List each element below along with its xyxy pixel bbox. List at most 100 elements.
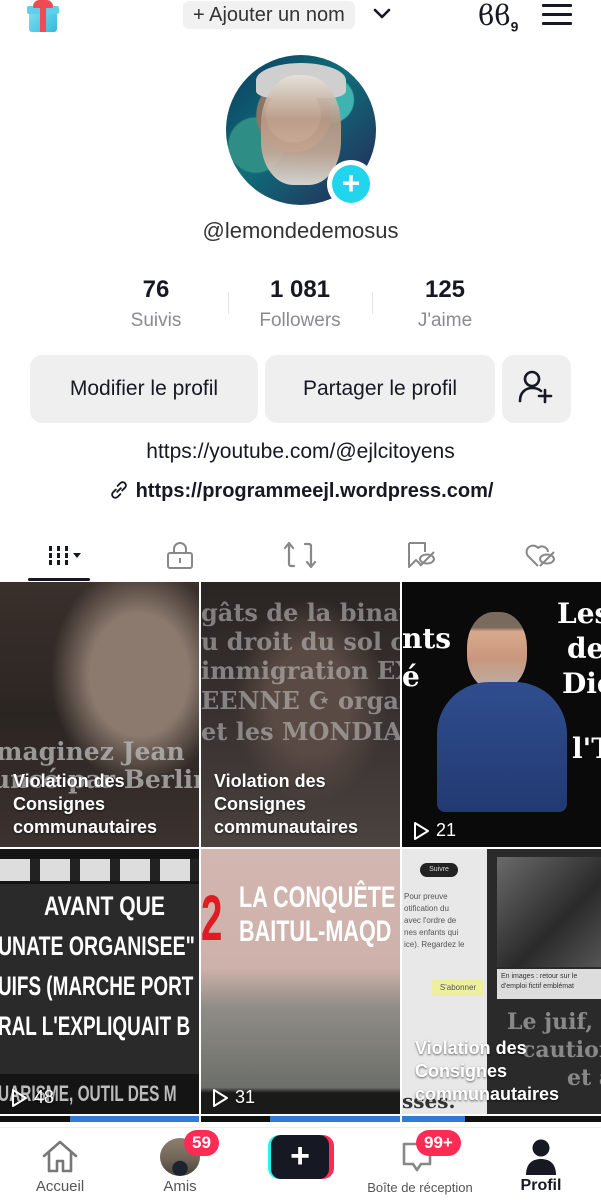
thumbnail-caption: Die — [562, 667, 601, 700]
profile-icon — [526, 1139, 556, 1175]
nav-friends[interactable]: 59 Amis — [140, 1128, 220, 1201]
thumbnail-caption: u droit du sol coué — [201, 627, 400, 656]
add-friends-button[interactable] — [502, 355, 571, 423]
thumbnail-line: En images : retour sur le — [501, 973, 578, 980]
play-count-value: 21 — [436, 820, 457, 840]
stat-followers[interactable]: 1 081 Followers — [230, 276, 370, 332]
followers-label: Followers — [259, 310, 341, 331]
thumbnail-caption: Le juif, — [507, 1009, 594, 1035]
stat-likes[interactable]: 125 J'aime — [375, 276, 515, 332]
following-count: 76 — [142, 276, 170, 303]
play-icon — [213, 1088, 228, 1107]
content-tabs — [0, 528, 601, 582]
heart-hidden-icon — [525, 544, 555, 567]
thumbnail-line: otification du — [404, 904, 449, 913]
thumbnail-caption: l'T — [572, 732, 601, 765]
video-thumbnail[interactable]: 2 LA CONQUÊTE BAITUL-MAQD 31 — [201, 849, 400, 1114]
thumbnail-line: avec l'ordre de — [404, 916, 457, 925]
thumbnail-photo — [497, 857, 601, 967]
repost-icon — [283, 541, 317, 569]
tab-reposts[interactable] — [270, 528, 330, 582]
stat-divider — [372, 292, 373, 314]
thumbnail-caption: immigration EXTR — [201, 656, 400, 685]
play-count: 48 — [10, 1087, 54, 1108]
thumbnail-caption: Les — [557, 597, 601, 630]
inbox-badge: 99+ — [416, 1130, 461, 1156]
menu-icon[interactable] — [542, 4, 572, 26]
nav-profile-label: Profil — [520, 1177, 562, 1194]
thumbnail-caption: BAITUL-MAQD — [239, 915, 392, 948]
add-user-icon — [518, 370, 553, 404]
play-count-value: 48 — [34, 1087, 55, 1107]
username: @lemondedemosus — [202, 218, 399, 243]
thumbnail-caption: 2 — [201, 882, 223, 954]
nav-home[interactable]: Accueil — [20, 1128, 100, 1201]
tab-liked[interactable] — [510, 528, 570, 582]
stat-following[interactable]: 76 Suivis — [86, 276, 226, 332]
thumbnail-caption: UIFS (MARCHE PORT — [0, 971, 194, 1001]
thumbnail-caption: RAL L'EXPLIQUAIT B — [0, 1011, 191, 1041]
violation-label: Violation des Consignes communautaires — [13, 771, 158, 837]
next-row-peek — [0, 1116, 601, 1122]
play-count: 21 — [412, 820, 456, 841]
add-name-button[interactable]: + Ajouter un nom — [183, 1, 355, 29]
thumbnail-line: ice). Regardez le — [404, 940, 465, 949]
edit-profile-button[interactable]: Modifier le profil — [30, 355, 258, 423]
bio-link-text: https://programmeejl.wordpress.com/ — [135, 480, 494, 502]
plus-icon: + — [271, 1135, 329, 1179]
play-count: 31 — [211, 1087, 255, 1108]
thumbnail-caption: nts — [402, 622, 452, 655]
thumbnail-caption: de — [567, 632, 601, 665]
thumbnail-caption: S'abonner — [432, 980, 484, 996]
nav-profile[interactable]: Profil — [505, 1128, 577, 1201]
active-tab-indicator — [28, 578, 90, 581]
thumbnail-caption: et les MONDIALIS — [201, 717, 400, 746]
thumbnail-caption: Pour preuve otification du avec l'ordre … — [404, 891, 464, 951]
thumbnail-caption: é — [402, 660, 420, 693]
tab-private[interactable] — [150, 528, 210, 582]
play-count-value: 31 — [235, 1087, 256, 1107]
thumbnail-caption: AVANT QUE — [44, 891, 165, 921]
create-button[interactable]: + — [266, 1128, 336, 1201]
thumbnail-line: nes enfants qui — [404, 928, 459, 937]
thumbnail-decoration — [0, 859, 199, 881]
footprints-icon[interactable]: ϐϐ9 — [478, 0, 518, 43]
thumbnail-caption: En images : retour sur le d'emploi ficti… — [497, 969, 601, 999]
nav-inbox[interactable]: 99+ Boîte de réception — [360, 1128, 480, 1201]
footprints-glyph: ϐϐ — [478, 0, 511, 32]
thumbnail-caption: UNATE ORGANISEE" — [0, 931, 195, 961]
nav-home-label: Accueil — [35, 1178, 85, 1195]
tab-favorites[interactable] — [390, 528, 450, 582]
play-icon — [12, 1088, 27, 1107]
thumbnail-line: d'emploi fictif emblémat — [501, 983, 574, 990]
nav-friends-label: Amis — [163, 1178, 197, 1195]
bottom-navigation: Accueil 59 Amis + 99+ Boîte de réception… — [0, 1127, 601, 1200]
thumbnail-caption: maginez Jean — [0, 737, 185, 766]
footprints-count: 9 — [510, 18, 519, 35]
add-avatar-button[interactable]: + — [327, 160, 375, 208]
chevron-down-icon[interactable] — [372, 6, 392, 22]
stat-divider — [228, 292, 229, 314]
video-thumbnail[interactable]: maginez Jean uncé par Berlin Violation d… — [0, 582, 199, 847]
violation-label: Violation des Consignes communautaires — [214, 771, 359, 837]
grid-icon — [49, 546, 81, 565]
video-thumbnail[interactable]: gâts de la binatio u droit du sol coué i… — [201, 582, 400, 847]
play-icon — [414, 821, 429, 840]
likes-count: 125 — [424, 276, 466, 303]
friends-badge: 59 — [184, 1130, 219, 1156]
bio-link[interactable]: https://programmeejl.wordpress.com/ — [0, 479, 601, 503]
bio-text: https://youtube.com/@ejlcitoyens — [146, 440, 455, 463]
thumbnail-caption: Suivre — [420, 863, 458, 877]
video-thumbnail[interactable]: AVANT QUE UNATE ORGANISEE" UIFS (MARCHE … — [0, 849, 199, 1114]
share-profile-button[interactable]: Partager le profil — [265, 355, 495, 423]
tab-videos[interactable] — [30, 528, 90, 582]
thumbnail-caption: gâts de la binatio — [201, 598, 400, 627]
followers-count: 1 081 — [269, 276, 331, 303]
video-thumbnail[interactable]: nts é Les de Die l'T 21 — [402, 582, 601, 847]
thumbnail-caption: LA CONQUÊTE — [239, 881, 396, 914]
nav-inbox-label: Boîte de réception — [367, 1180, 473, 1195]
gift-icon[interactable] — [27, 0, 59, 34]
person-body — [437, 682, 567, 812]
lock-icon — [167, 542, 193, 569]
video-thumbnail[interactable]: Suivre Pour preuve otification du avec l… — [402, 849, 601, 1114]
